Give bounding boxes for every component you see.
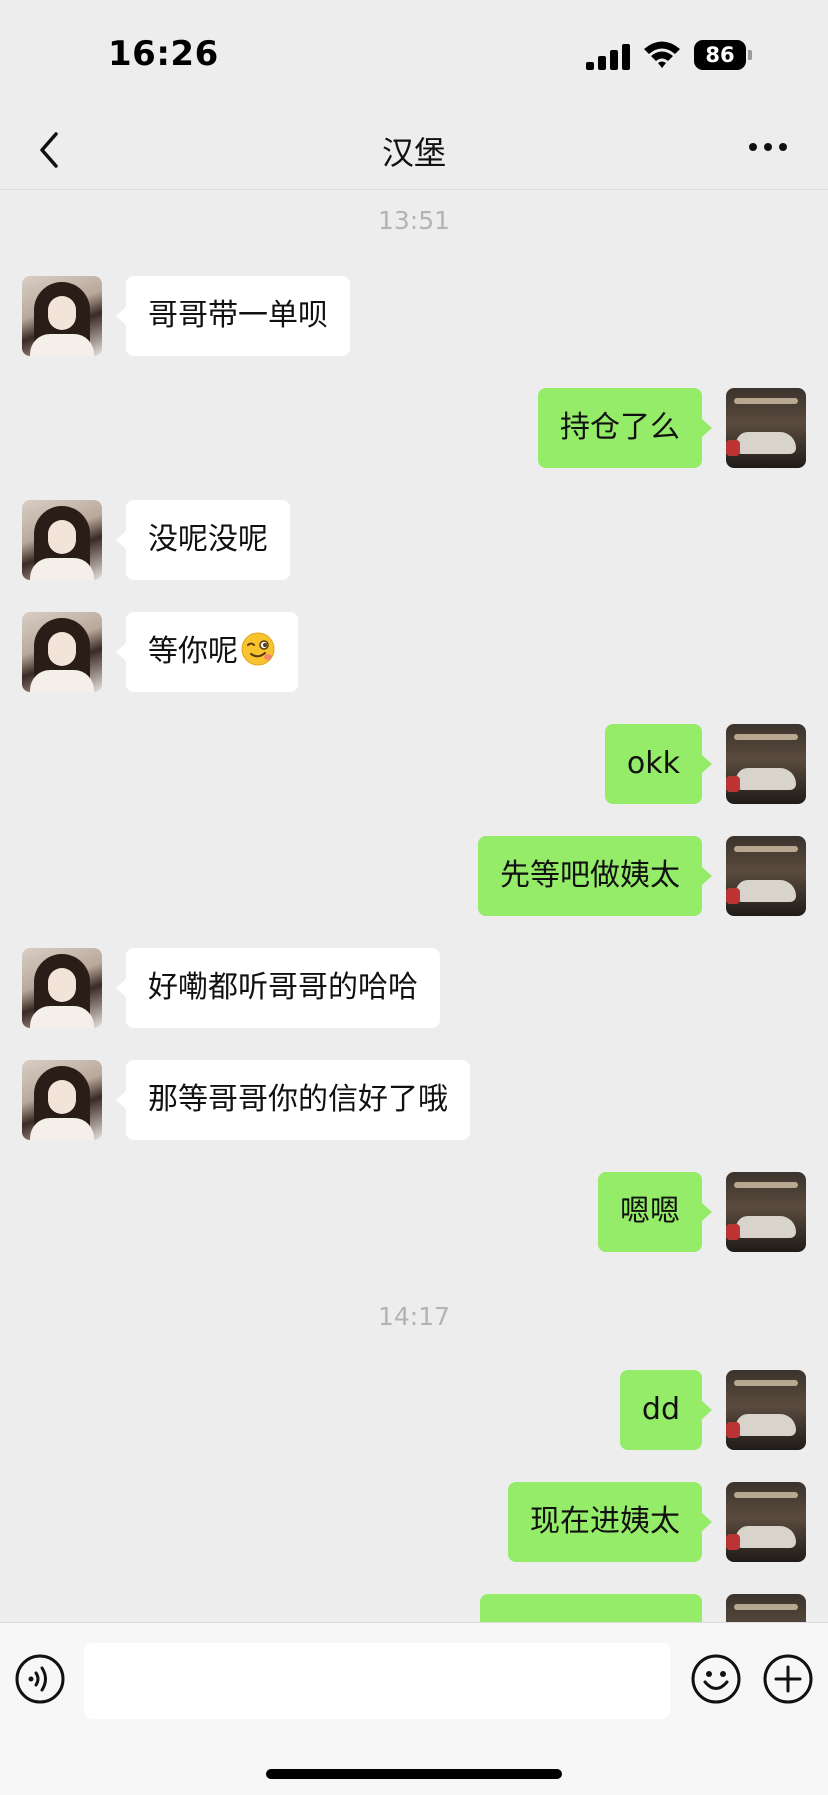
more-icon[interactable]	[748, 140, 788, 154]
contact-avatar[interactable]	[22, 612, 102, 692]
message-row-sent: dd	[0, 1370, 828, 1450]
message-row-received: 没呢没呢	[0, 500, 828, 580]
message-row-received: 好嘞都听哥哥的哈哈	[0, 948, 828, 1028]
message-bubble-sent[interactable]: 嗯嗯	[598, 1172, 712, 1252]
signal-icon	[586, 44, 630, 70]
user-avatar[interactable]	[726, 1594, 806, 1622]
status-time: 16:26	[108, 34, 219, 74]
battery-level: 86	[705, 43, 735, 67]
message-row-received: 那等哥哥你的信好了哦	[0, 1060, 828, 1140]
message-bubble-received[interactable]: 哥哥带一单呗	[116, 276, 350, 356]
contact-avatar[interactable]	[22, 948, 102, 1028]
user-avatar[interactable]	[726, 1172, 806, 1252]
contact-avatar[interactable]	[22, 276, 102, 356]
message-bubble-sent[interactable]: 先等吧做姨太	[478, 836, 712, 916]
message-list[interactable]: 13:51 哥哥带一单呗 持仓了么 没呢没呢 等你呢 okk 先等吧做姨太 好嘞…	[0, 190, 828, 1622]
user-avatar[interactable]	[726, 388, 806, 468]
contact-avatar[interactable]	[22, 1060, 102, 1140]
message-bubble-sent[interactable]: 持仓了么	[538, 388, 712, 468]
message-bubble-received[interactable]: 等你呢	[116, 612, 298, 692]
nav-bar: 汉堡	[0, 110, 828, 190]
plus-icon[interactable]	[762, 1653, 814, 1705]
message-bubble-sent[interactable]	[480, 1594, 702, 1622]
contact-avatar[interactable]	[22, 500, 102, 580]
message-row-received: 等你呢	[0, 612, 828, 692]
message-input[interactable]	[84, 1643, 670, 1719]
message-bubble-sent[interactable]: dd	[619, 1370, 713, 1450]
user-avatar[interactable]	[726, 836, 806, 916]
user-avatar[interactable]	[726, 724, 806, 804]
chat-screen: 16:26 86 汉堡 13:51 哥哥带一单呗 持仓了么 没呢没呢 等你呢 o…	[0, 0, 828, 1795]
user-avatar[interactable]	[726, 1482, 806, 1562]
chat-title: 汉堡	[381, 134, 446, 172]
user-avatar[interactable]	[726, 1370, 806, 1450]
emoji-icon[interactable]	[690, 1653, 742, 1705]
timestamp: 14:17	[377, 1302, 451, 1331]
status-bar: 16:26 86	[0, 0, 828, 110]
message-row-sent: 先等吧做姨太	[0, 836, 828, 916]
input-bar	[0, 1622, 828, 1795]
message-bubble-sent[interactable]: 现在进姨太	[508, 1482, 712, 1562]
message-row-sent	[0, 1594, 828, 1622]
message-row-sent: 现在进姨太	[0, 1482, 828, 1562]
wifi-icon	[644, 41, 680, 68]
message-bubble-received[interactable]: 好嘞都听哥哥的哈哈	[116, 948, 440, 1028]
home-indicator	[266, 1769, 562, 1779]
wink-emoji-icon	[241, 632, 275, 666]
message-row-received: 哥哥带一单呗	[0, 276, 828, 356]
message-row-sent: okk	[0, 724, 828, 804]
timestamp: 13:51	[377, 206, 451, 235]
voice-icon[interactable]	[14, 1653, 66, 1705]
message-row-sent: 持仓了么	[0, 388, 828, 468]
message-text: 等你呢	[148, 634, 238, 669]
message-bubble-received[interactable]: 那等哥哥你的信好了哦	[116, 1060, 470, 1140]
battery-icon: 86	[694, 40, 752, 70]
message-bubble-sent[interactable]: okk	[604, 724, 713, 804]
message-row-sent: 嗯嗯	[0, 1172, 828, 1252]
message-bubble-received[interactable]: 没呢没呢	[116, 500, 290, 580]
